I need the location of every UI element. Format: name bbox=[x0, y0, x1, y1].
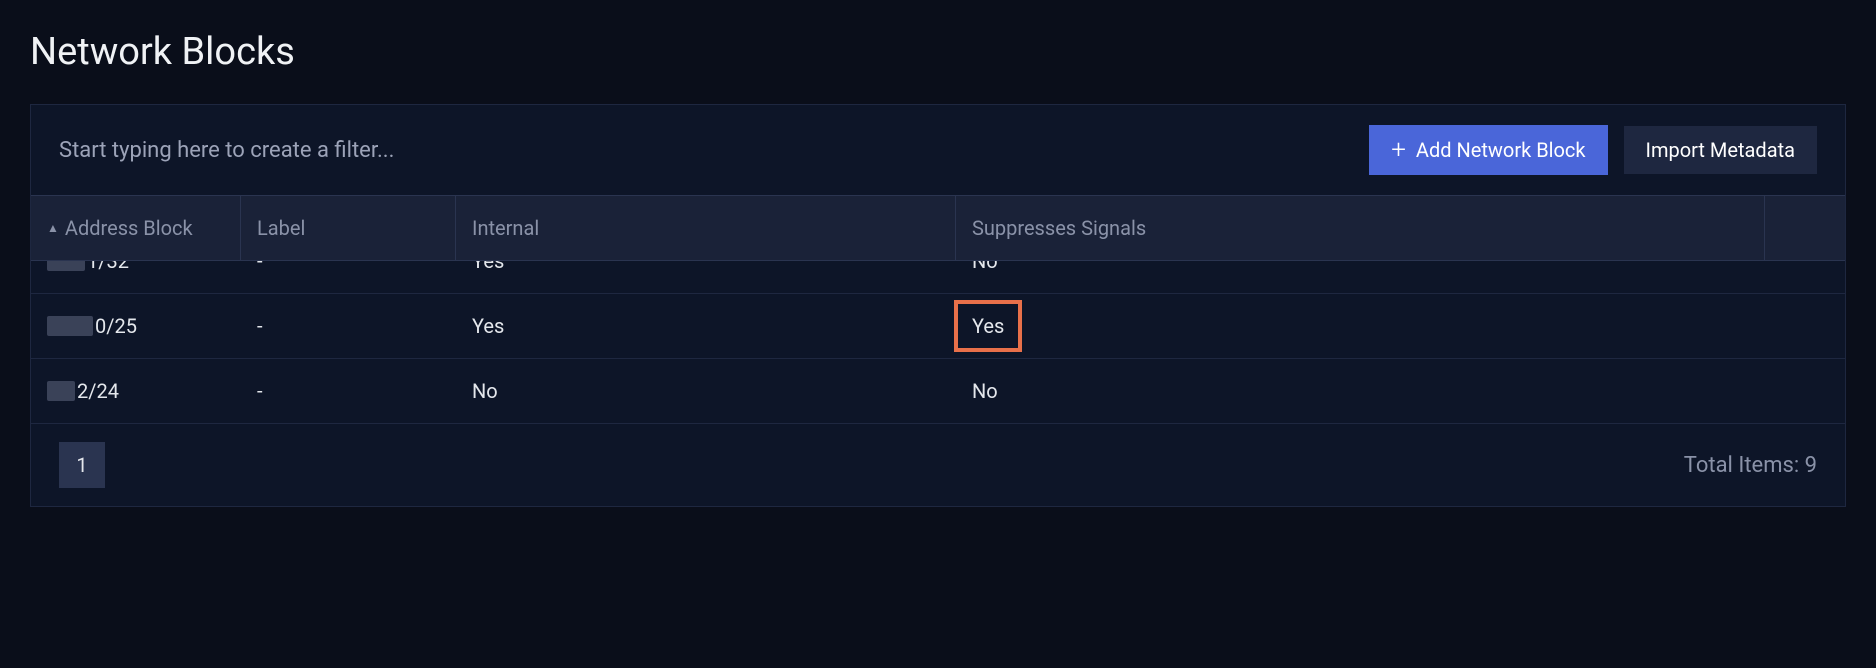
add-network-block-button[interactable]: + Add Network Block bbox=[1369, 125, 1607, 175]
column-suppresses-signals[interactable]: Suppresses Signals bbox=[956, 196, 1765, 260]
import-metadata-button[interactable]: Import Metadata bbox=[1624, 126, 1817, 174]
redacted-block bbox=[47, 316, 93, 336]
cell-suppresses-signals: No bbox=[956, 261, 1765, 293]
suppresses-value: Yes bbox=[954, 300, 1022, 352]
cell-address-block: 2/24 bbox=[31, 359, 241, 423]
address-suffix: 0/25 bbox=[95, 314, 137, 338]
column-internal[interactable]: Internal bbox=[456, 196, 956, 260]
cell-address-block: 0/25 bbox=[31, 294, 241, 358]
cell-label: - bbox=[241, 261, 456, 293]
cell-label: - bbox=[241, 294, 456, 358]
column-label[interactable]: Label bbox=[241, 196, 456, 260]
table-row[interactable]: 0/25-YesYes bbox=[31, 294, 1845, 359]
cell-internal: Yes bbox=[456, 261, 956, 293]
header-label-label: Label bbox=[257, 216, 305, 240]
header-address-block-label: Address Block bbox=[65, 216, 193, 240]
suppresses-value: No bbox=[972, 261, 998, 273]
sort-asc-icon: ▲ bbox=[47, 221, 59, 235]
column-address-block[interactable]: ▲ Address Block bbox=[31, 196, 241, 260]
cell-suppresses-signals: Yes bbox=[956, 294, 1765, 358]
cell-internal: No bbox=[456, 359, 956, 423]
cell-label: - bbox=[241, 359, 456, 423]
table-body: 1/32-YesNo0/25-YesYes2/24-NoNo bbox=[31, 261, 1845, 424]
import-button-label: Import Metadata bbox=[1646, 138, 1795, 162]
plus-icon: + bbox=[1391, 137, 1406, 163]
column-end bbox=[1765, 196, 1845, 260]
table-header-row: ▲ Address Block Label Internal Suppresse… bbox=[31, 195, 1845, 261]
network-blocks-panel: + Add Network Block Import Metadata ▲ Ad… bbox=[30, 104, 1846, 507]
suppresses-value: No bbox=[972, 379, 998, 403]
page-1-button[interactable]: 1 bbox=[59, 442, 105, 488]
redacted-block bbox=[47, 381, 75, 401]
table-row[interactable]: 2/24-NoNo bbox=[31, 359, 1845, 424]
table-row[interactable]: 1/32 -Yes No bbox=[31, 261, 1845, 294]
redacted-block bbox=[47, 261, 85, 271]
header-internal-label: Internal bbox=[472, 216, 539, 240]
add-button-label: Add Network Block bbox=[1416, 138, 1586, 162]
cell-end bbox=[1765, 261, 1845, 293]
total-items-label: Total Items: 9 bbox=[1684, 453, 1817, 478]
cell-internal: Yes bbox=[456, 294, 956, 358]
address-suffix: 2/24 bbox=[77, 379, 119, 403]
page-title: Network Blocks bbox=[30, 30, 1846, 74]
header-suppresses-label: Suppresses Signals bbox=[972, 216, 1146, 240]
toolbar: + Add Network Block Import Metadata bbox=[31, 105, 1845, 195]
filter-input[interactable] bbox=[59, 138, 1353, 163]
cell-suppresses-signals: No bbox=[956, 359, 1765, 423]
table-footer: 1 Total Items: 9 bbox=[31, 424, 1845, 506]
cell-end bbox=[1765, 359, 1845, 423]
address-suffix: 1/32 bbox=[87, 261, 129, 273]
cell-address-block: 1/32 bbox=[31, 261, 241, 293]
cell-end bbox=[1765, 294, 1845, 358]
